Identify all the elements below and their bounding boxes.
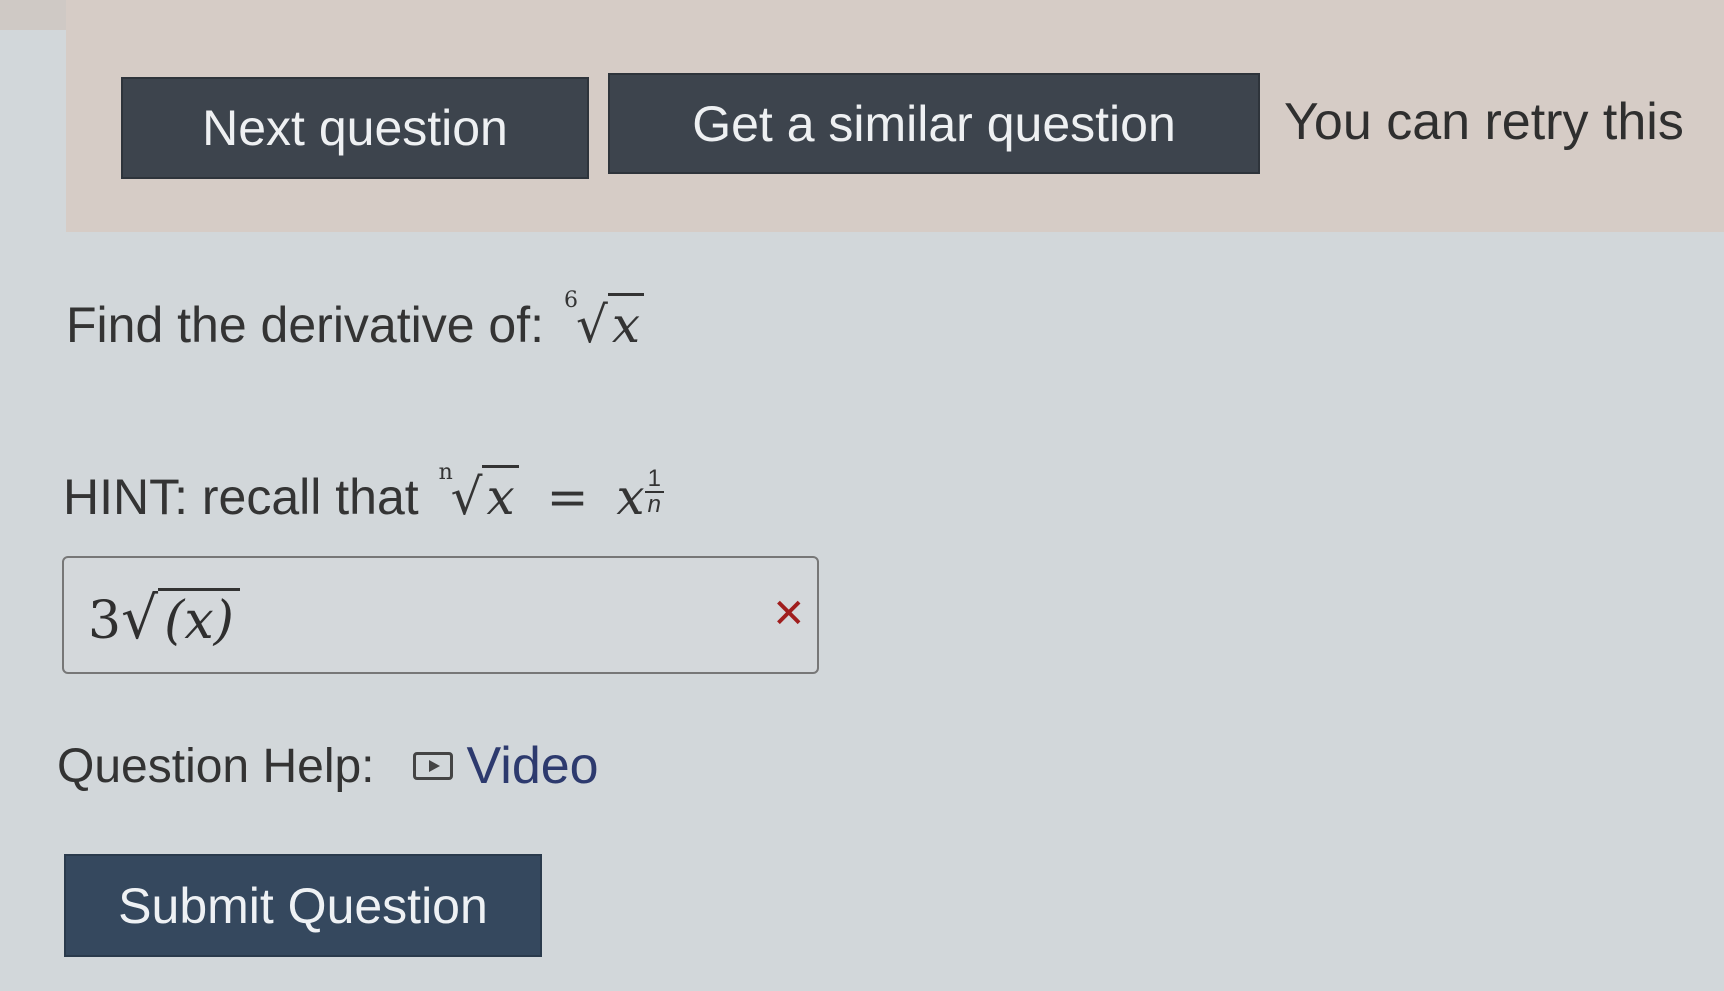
submit-question-button[interactable]: Submit Question xyxy=(64,854,542,957)
question-prompt: Find the derivative of: 6 √x xyxy=(66,288,645,354)
answer-radicand: (x) xyxy=(158,588,240,651)
hint-exp-den: n xyxy=(647,491,661,518)
answer-coefficient: 3 xyxy=(88,591,122,651)
hint-exp-num: 1 xyxy=(644,467,664,493)
hint: HINT: recall that n √x = x1n xyxy=(63,460,664,526)
hint-base: x xyxy=(616,468,645,526)
retry-message: You can retry this xyxy=(1284,93,1684,151)
hint-equals: = xyxy=(546,468,589,526)
hint-root-expression: n √x xyxy=(439,460,519,526)
similar-question-label: Get a similar question xyxy=(692,95,1176,152)
radical-sign: √ xyxy=(575,296,608,354)
hint-radical-sign: √ xyxy=(450,468,483,526)
hint-root-index: n xyxy=(438,460,453,485)
next-question-label: Next question xyxy=(202,100,508,156)
wrong-x-icon: ✕ xyxy=(772,592,806,636)
question-radicand: x xyxy=(607,293,645,354)
hint-prefix: HINT: recall that xyxy=(63,469,419,525)
next-question-button[interactable]: Next question xyxy=(121,77,589,179)
hint-radicand: x xyxy=(482,465,519,526)
similar-question-button[interactable]: Get a similar question xyxy=(608,73,1260,174)
video-play-icon[interactable] xyxy=(412,752,453,780)
hint-exponent: 1n xyxy=(644,467,664,518)
video-link[interactable]: Video xyxy=(467,736,599,796)
question-help: Question Help: Video xyxy=(57,736,599,796)
answer-radical-sign: √ xyxy=(121,584,159,652)
question-root-index: 6 xyxy=(563,288,578,313)
answer-input[interactable]: 3√ (x) xyxy=(62,556,819,674)
question-root-expression: 6 √x xyxy=(564,288,645,354)
answer-value: 3√ (x) xyxy=(88,584,240,652)
submit-question-label: Submit Question xyxy=(118,877,488,934)
question-help-label: Question Help: xyxy=(57,739,375,793)
question-text: Find the derivative of: xyxy=(66,297,545,353)
